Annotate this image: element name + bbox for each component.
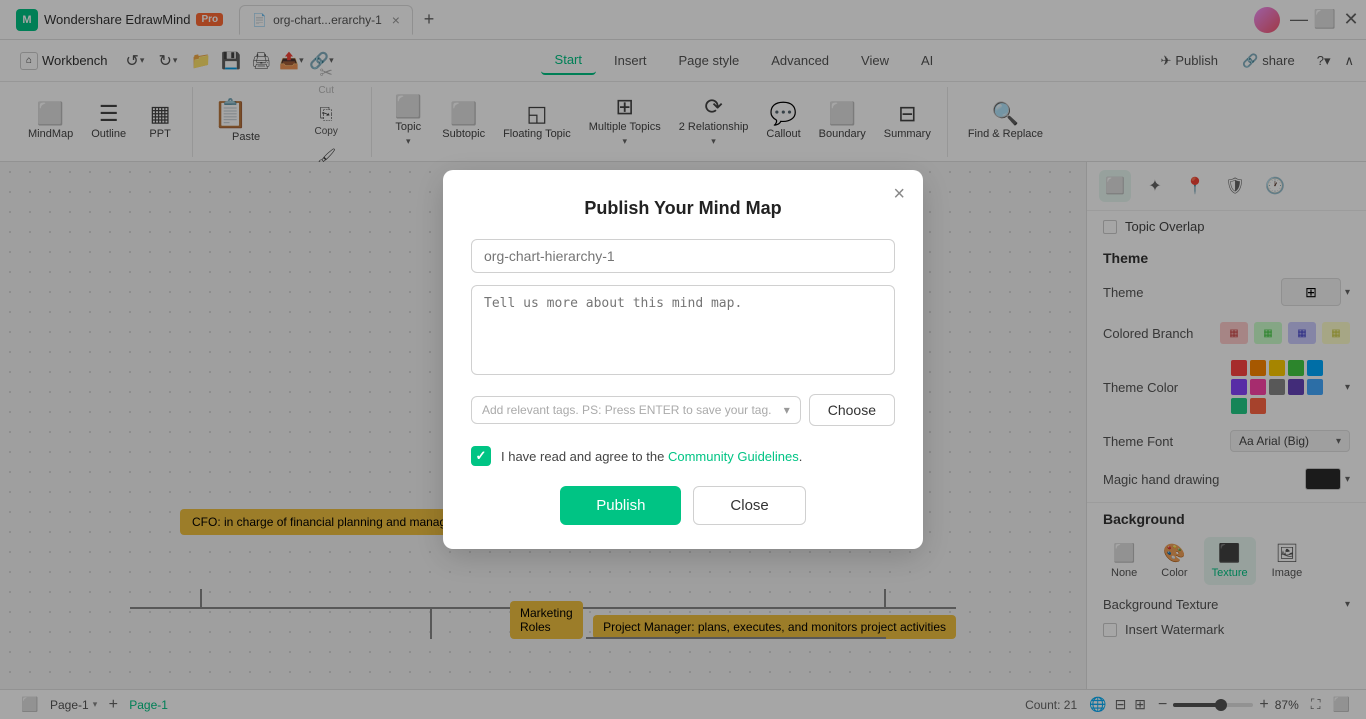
modal-close-btn[interactable]: × [893,184,905,204]
publish-modal: Publish Your Mind Map × Add relevant tag… [443,170,923,549]
modal-actions: Publish Close [471,486,895,525]
tags-input[interactable]: Add relevant tags. PS: Press ENTER to sa… [471,396,801,424]
tags-dropdown-arrow: ▾ [784,403,790,417]
modal-tags-row: Add relevant tags. PS: Press ENTER to sa… [471,394,895,426]
tags-placeholder: Add relevant tags. PS: Press ENTER to sa… [482,403,771,417]
modal-overlay[interactable]: Publish Your Mind Map × Add relevant tag… [0,0,1366,719]
modal-close-action-btn[interactable]: Close [693,486,805,525]
modal-publish-btn[interactable]: Publish [560,486,681,525]
modal-agree-row: ✓ I have read and agree to the Community… [471,446,895,466]
checkmark-icon: ✓ [476,448,487,464]
choose-btn[interactable]: Choose [809,394,895,426]
modal-description-input[interactable] [471,285,895,375]
community-guidelines-link[interactable]: Community Guidelines [668,449,799,464]
agree-text-before: I have read and agree to the [501,449,664,464]
modal-name-input[interactable] [471,239,895,273]
agree-text: I have read and agree to the Community G… [501,449,802,464]
modal-title: Publish Your Mind Map [471,198,895,219]
agree-period: . [799,449,803,464]
agree-checkbox[interactable]: ✓ [471,446,491,466]
